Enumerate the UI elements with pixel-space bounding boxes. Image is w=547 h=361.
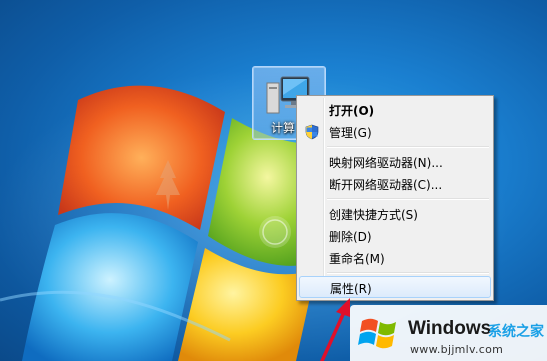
watermark-brand-cn: 系统之家	[488, 324, 544, 340]
computer-icon-label: 计算	[271, 121, 296, 135]
context-menu: 打开(O) 管理(G) 映射网络驱动器(N)... 断开网络驱动器(C)... …	[296, 95, 494, 301]
menu-item-properties[interactable]: 属性(R)	[299, 276, 491, 298]
menu-item-label: 管理(G)	[329, 126, 372, 140]
menu-item-label: 删除(D)	[329, 230, 372, 244]
desktop: 计算 打开(O) 管理(G) 映射网络驱动器(N)... 断开网络驱动器(C).…	[0, 0, 547, 361]
menu-item-create-shortcut[interactable]: 创建快捷方式(S)	[299, 203, 491, 225]
uac-shield-icon	[305, 124, 319, 140]
menu-item-label: 打开(O)	[329, 104, 375, 118]
menu-item-label: 重命名(M)	[329, 252, 385, 266]
watermark-url: www.bjjmlv.com	[410, 343, 504, 356]
menu-item-open[interactable]: 打开(O)	[299, 99, 491, 121]
menu-item-delete[interactable]: 删除(D)	[299, 225, 491, 247]
menu-item-map-network-drive[interactable]: 映射网络驱动器(N)...	[299, 151, 491, 173]
windows-flag-icon	[358, 318, 396, 349]
menu-item-label: 属性(R)	[330, 282, 372, 296]
menu-separator	[327, 146, 489, 148]
menu-item-label: 映射网络驱动器(N)...	[329, 156, 443, 170]
site-watermark: Windows 系统之家 www.bjjmlv.com	[350, 305, 547, 361]
menu-item-label: 创建快捷方式(S)	[329, 208, 418, 222]
menu-separator	[327, 198, 489, 200]
menu-item-disconnect-network-drive[interactable]: 断开网络驱动器(C)...	[299, 173, 491, 195]
watermark-brand: Windows	[408, 318, 492, 339]
menu-item-rename[interactable]: 重命名(M)	[299, 247, 491, 269]
menu-item-label: 断开网络驱动器(C)...	[329, 178, 443, 192]
menu-item-manage[interactable]: 管理(G)	[299, 121, 491, 143]
menu-separator	[327, 272, 489, 274]
